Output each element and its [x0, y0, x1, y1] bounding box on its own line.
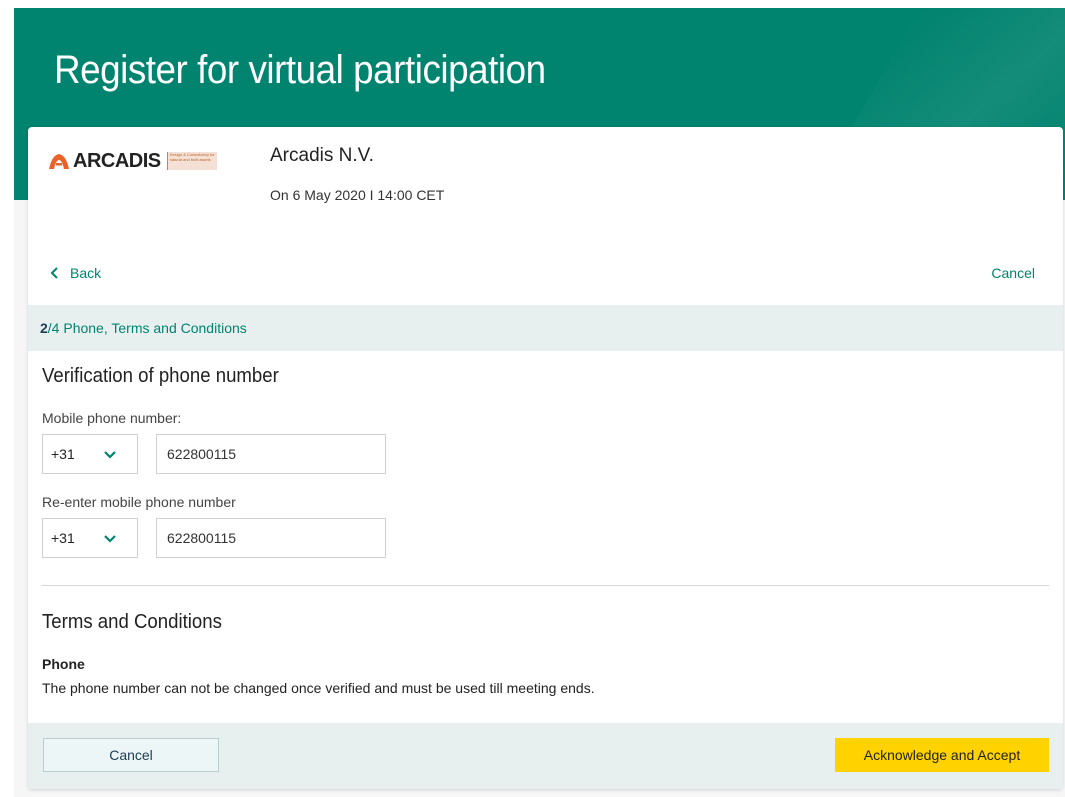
cancel-link[interactable]: Cancel — [991, 265, 1035, 281]
chevron-down-icon — [104, 535, 116, 543]
company-logo: ARCADIS Design & Consultancy for natural… — [48, 149, 238, 173]
reenter-phone-label: Re-enter mobile phone number — [42, 494, 236, 510]
step-current: 2 — [40, 320, 48, 336]
registration-card: ARCADIS Design & Consultancy for natural… — [28, 127, 1063, 789]
verification-title: Verification of phone number — [42, 365, 279, 387]
company-name: Arcadis N.V. — [270, 145, 374, 166]
chevron-down-icon — [104, 451, 116, 459]
acknowledge-accept-button[interactable]: Acknowledge and Accept — [835, 738, 1049, 772]
reenter-country-code-select[interactable]: +31 — [42, 518, 138, 558]
cancel-button[interactable]: Cancel — [43, 738, 219, 772]
page-title: Register for virtual participation — [54, 48, 546, 92]
mobile-phone-input[interactable] — [156, 434, 386, 474]
action-footer: Cancel Acknowledge and Accept — [28, 723, 1063, 789]
arcadis-logo-icon — [49, 154, 69, 169]
mobile-phone-label: Mobile phone number: — [42, 410, 182, 426]
logo-tagline: Design & Consultancy for natural and bui… — [166, 152, 217, 170]
mobile-country-code-select[interactable]: +31 — [42, 434, 138, 474]
meeting-date: On 6 May 2020 I 14:00 CET — [270, 187, 445, 203]
section-divider — [42, 585, 1049, 586]
step-indicator: 2/4 Phone, Terms and Conditions — [28, 305, 1063, 351]
terms-phone-text: The phone number can not be changed once… — [42, 680, 595, 696]
back-link[interactable]: Back — [50, 265, 101, 281]
chevron-left-icon — [50, 267, 58, 279]
logo-text: ARCADIS — [73, 149, 161, 172]
reenter-country-code-value: +31 — [51, 530, 75, 546]
terms-title: Terms and Conditions — [42, 611, 222, 633]
reenter-phone-input[interactable] — [156, 518, 386, 558]
step-label: /4 Phone, Terms and Conditions — [47, 320, 247, 336]
mobile-country-code-value: +31 — [51, 446, 75, 462]
terms-phone-heading: Phone — [42, 656, 85, 672]
back-label: Back — [70, 265, 102, 281]
